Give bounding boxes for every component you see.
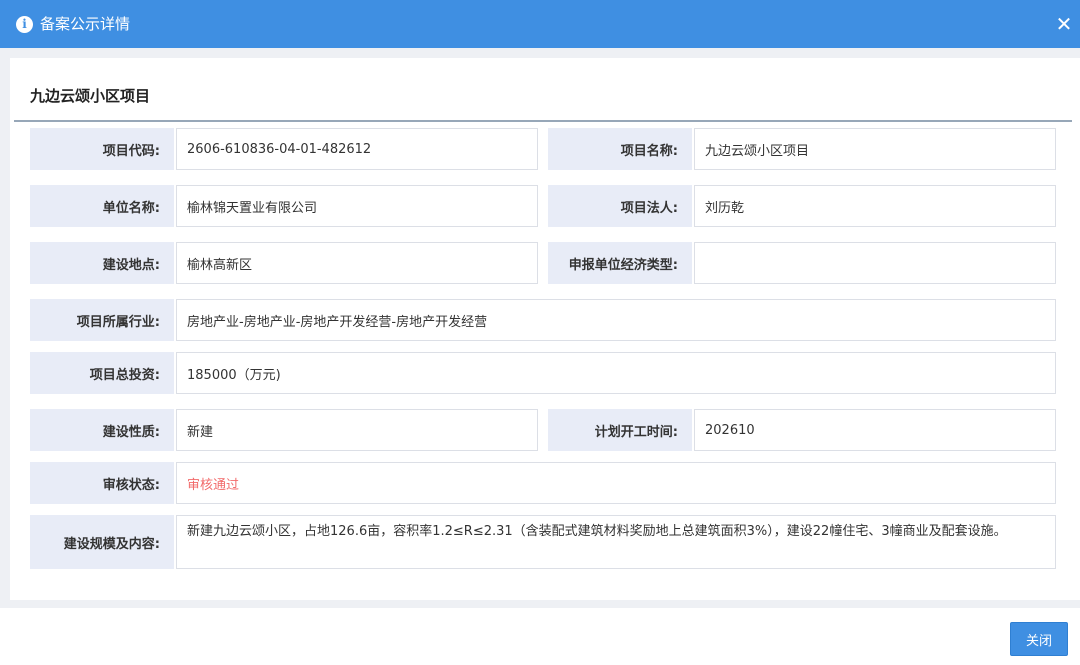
value-project-name: 九边云颂小区项目 [694,128,1056,170]
label-economic-type: 申报单位经济类型: [548,242,692,284]
label-review-status: 审核状态: [30,462,174,504]
dialog-titlebar: i 备案公示详情 ✕ [0,0,1080,48]
label-legal-person: 项目法人: [548,185,692,227]
value-industry: 房地产业-房地产业-房地产开发经营-房地产开发经营 [176,299,1056,341]
value-review-status: 审核通过 [176,462,1056,504]
label-construction-scale: 建设规模及内容: [30,515,174,569]
label-unit-name: 单位名称: [30,185,174,227]
dialog-body: 九边云颂小区项目 项目代码: 2606-610836-04-01-482612 … [0,48,1080,608]
label-construction-nature: 建设性质: [30,409,174,451]
value-construction-scale: 新建九边云颂小区，占地126.6亩，容积率1.2≤R≤2.31（含装配式建筑材料… [176,515,1056,569]
detail-card: 九边云颂小区项目 项目代码: 2606-610836-04-01-482612 … [10,58,1080,600]
label-industry: 项目所属行业: [30,299,174,341]
dialog-footer: 关闭 [0,608,1080,665]
value-construction-nature: 新建 [176,409,538,451]
info-icon: i [16,16,33,33]
value-legal-person: 刘历乾 [694,185,1056,227]
value-planned-start: 202610 [694,409,1056,451]
close-icon[interactable]: ✕ [1052,12,1076,36]
label-project-name: 项目名称: [548,128,692,170]
label-project-code: 项目代码: [30,128,174,170]
label-planned-start: 计划开工时间: [548,409,692,451]
label-location: 建设地点: [30,242,174,284]
label-investment: 项目总投资: [30,352,174,394]
close-button[interactable]: 关闭 [1010,622,1068,656]
heading-divider [14,120,1072,122]
value-project-code: 2606-610836-04-01-482612 [176,128,538,170]
project-heading: 九边云颂小区项目 [30,87,151,105]
dialog-title: 备案公示详情 [40,15,131,33]
value-investment: 185000（万元) [176,352,1056,394]
value-location: 榆林高新区 [176,242,538,284]
value-economic-type [694,242,1056,284]
value-unit-name: 榆林锦天置业有限公司 [176,185,538,227]
